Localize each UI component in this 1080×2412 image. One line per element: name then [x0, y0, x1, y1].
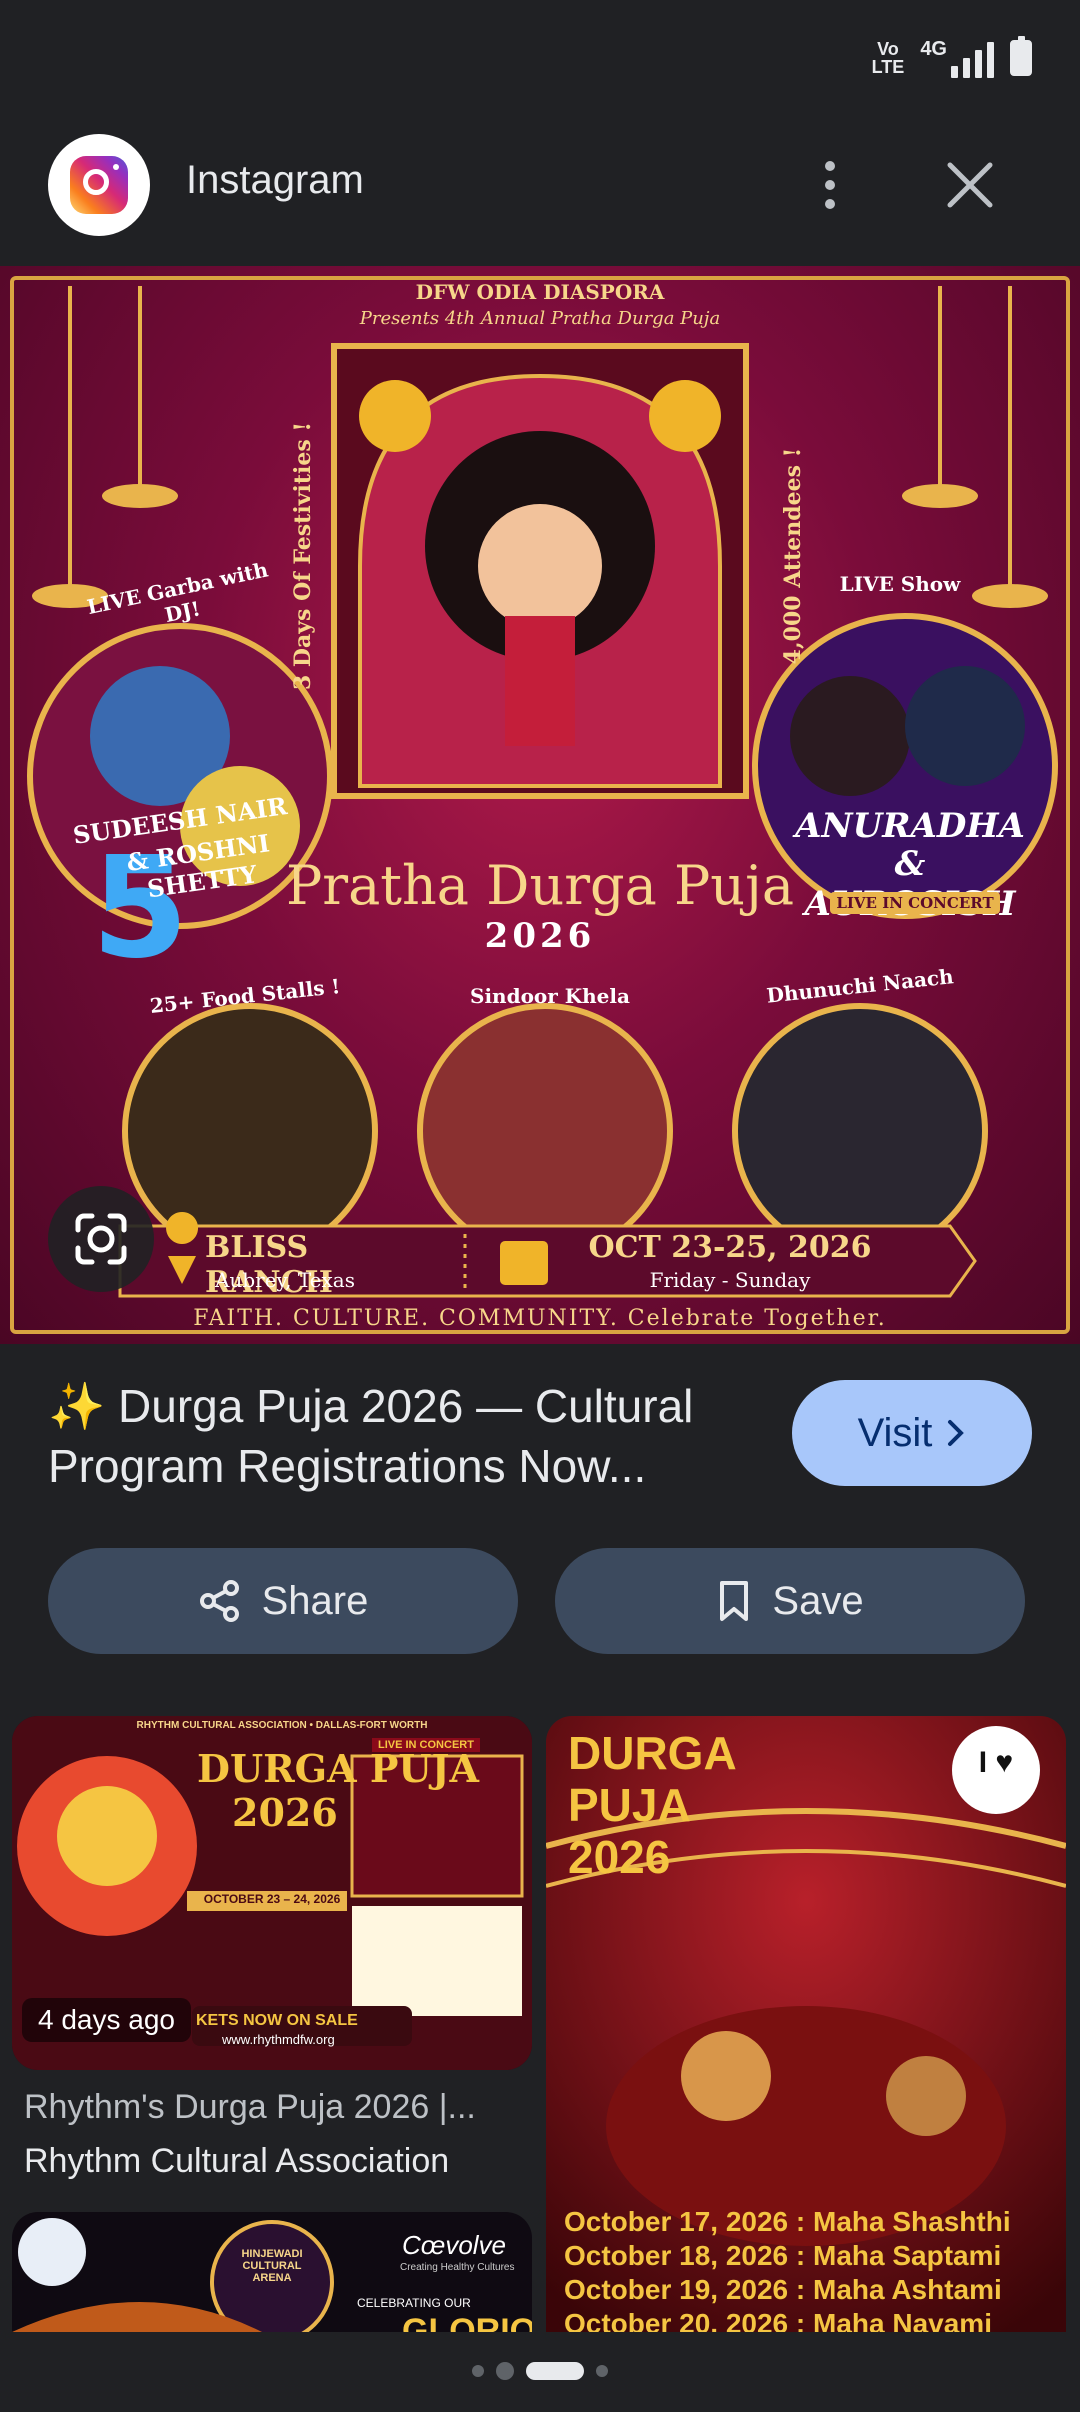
- share-label: Share: [261, 1578, 369, 1623]
- status-icons: Vo LTE 4G: [871, 36, 1032, 78]
- more-vert-icon[interactable]: [800, 150, 860, 220]
- chevron-right-icon: [948, 1420, 965, 1446]
- coevolve-arena: HINJEWADI CULTURAL ARENA: [241, 2248, 303, 2284]
- hero-venue-city: Aubrey, Texas: [215, 1268, 355, 1292]
- durga-date-3: October 19, 2026 : Maha Ashtami: [564, 2274, 1002, 2305]
- hero-dates: OCT 23-25, 2026: [588, 1230, 872, 1265]
- hero-artwork: 5: [27, 286, 1058, 1298]
- time-ago-badge: 4 days ago: [22, 1998, 191, 2042]
- save-label: Save: [772, 1578, 864, 1623]
- hero-tagline: FAITH. CULTURE. COMMUNITY. Celebrate Tog…: [193, 1306, 887, 1331]
- durga-date-1: October 17, 2026 : Maha Shashthi: [564, 2206, 1011, 2237]
- hero-live-tag: LIVE IN CONCERT: [830, 892, 1000, 914]
- i-love-badge: I ♥: [978, 1746, 1014, 1779]
- rhythm-header: RHYTHM CULTURAL ASSOCIATION • DALLAS-FOR…: [136, 1720, 428, 1731]
- hero-event-year: 2026: [484, 916, 596, 956]
- result-title[interactable]: ✨ Durga Puja 2026 — Cultural Program Reg…: [48, 1376, 748, 1496]
- rhythm-heading-2: 2026: [232, 1790, 338, 1835]
- card-1-source[interactable]: Rhythm Cultural Association: [24, 2142, 449, 2181]
- coevolve-glorious: GLORIOUS: [402, 2312, 532, 2332]
- hero-right-name-1: ANURADHA: [795, 806, 1025, 846]
- save-button[interactable]: Save: [555, 1548, 1025, 1654]
- rhythm-live-tag: LIVE IN CONCERT: [372, 1738, 480, 1752]
- rhythm-date-band: OCTOBER 23 – 24, 2026: [203, 1892, 341, 1906]
- hero-image[interactable]: 5 DFW ODIA DIASPORA Presents 4th Annual …: [0, 266, 1080, 1344]
- signal-icon: 4G: [920, 38, 994, 78]
- related-image-coevolve[interactable]: Cœvolve Creating Healthy Cultures HINJEW…: [12, 2212, 532, 2332]
- bookmark-icon: [720, 1581, 749, 1621]
- share-button[interactable]: Share: [48, 1548, 518, 1654]
- rhythm-heading-1: DURGA PUJA: [197, 1746, 480, 1791]
- visit-label: Visit: [857, 1410, 933, 1455]
- coevolve-logo: Cœvolve: [402, 2230, 507, 2260]
- visit-button[interactable]: Visit: [792, 1380, 1032, 1486]
- page-indicator: [0, 2362, 1080, 2380]
- source-name[interactable]: Instagram: [186, 158, 364, 203]
- card-1-caption[interactable]: Rhythm's Durga Puja 2026 |...: [24, 2088, 524, 2127]
- network-type: 4G: [920, 38, 947, 60]
- hero-circle-2: Sindoor Khela: [470, 984, 630, 1008]
- source-header: Instagram: [0, 120, 1080, 250]
- page-dot: [496, 2362, 514, 2380]
- page-dot: [596, 2365, 608, 2377]
- volte-indicator: Vo LTE: [871, 39, 905, 77]
- hero-presents: Presents 4th Annual Pratha Durga Puja: [359, 308, 721, 329]
- durga-date-4: October 20, 2026 : Maha Navami: [564, 2308, 992, 2332]
- rhythm-ticket-banner: KETS NOW ON SALE: [196, 2012, 358, 2029]
- coevolve-celebrating: CELEBRATING OUR: [357, 2296, 471, 2310]
- related-image-durga-dates[interactable]: DURGA PUJA 2026 I ♥ October 17, 2026 : M…: [546, 1716, 1066, 2332]
- durga-heading-3: 2026: [568, 1831, 671, 1883]
- status-bar: Vo LTE 4G: [0, 0, 1080, 120]
- hero-side-left: 3 Days Of Festivities !: [290, 421, 316, 691]
- instagram-icon: [48, 134, 150, 236]
- close-icon[interactable]: [940, 150, 1000, 220]
- hero-org: DFW ODIA DIASPORA: [415, 280, 665, 304]
- share-icon: [199, 1580, 239, 1622]
- rhythm-website: www.rhythmdfw.org: [222, 2032, 335, 2047]
- durga-heading-2: PUJA: [568, 1779, 691, 1831]
- coevolve-sub: Creating Healthy Cultures: [400, 2262, 515, 2273]
- durga-heading-1: DURGA: [568, 1727, 737, 1779]
- durga-date-2: October 18, 2026 : Maha Saptami: [564, 2240, 1002, 2271]
- hero-right-arc: LIVE Show: [839, 572, 961, 596]
- battery-icon: [1010, 36, 1032, 76]
- page-dot-active: [526, 2362, 584, 2380]
- hero-event-name: Pratha Durga Puja: [285, 854, 795, 917]
- google-lens-icon[interactable]: [48, 1186, 154, 1292]
- hero-days: Friday - Sunday: [649, 1268, 811, 1292]
- page-dot: [472, 2365, 484, 2377]
- hero-side-right: 4,000 Attendees !: [780, 447, 806, 665]
